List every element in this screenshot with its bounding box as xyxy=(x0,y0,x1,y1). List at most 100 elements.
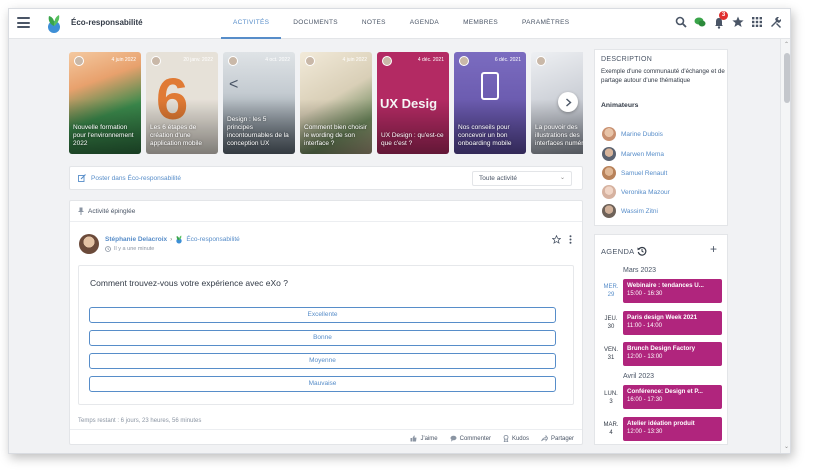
animator-item[interactable]: Samuel Renault xyxy=(602,166,667,180)
pin-icon xyxy=(78,207,84,215)
news-card[interactable]: 6 20 janv. 2022 Les 6 étapes de création… xyxy=(146,52,218,154)
star-outline-icon[interactable] xyxy=(552,235,561,244)
activity-time-text: Il y a une minute xyxy=(114,246,155,252)
animator-item[interactable]: Wassim Zitni xyxy=(602,204,658,218)
space-logo-small xyxy=(176,235,182,244)
post-in-space-link[interactable]: Poster dans Éco-responsabilité xyxy=(78,174,181,182)
thumbs-up-icon xyxy=(410,435,417,442)
event-title: Paris design Week 2021 xyxy=(627,314,698,321)
agenda-event[interactable]: Brunch Design Factory 12:00 - 13:00 xyxy=(623,342,722,366)
notification-badge: 3 xyxy=(719,11,728,20)
pinned-label: Activité épinglée xyxy=(88,207,136,215)
animator-item[interactable]: Veronika Mazour xyxy=(602,185,670,199)
event-time: 15:00 - 16:30 xyxy=(627,291,663,297)
tab-documents[interactable]: DOCUMENTS xyxy=(281,9,350,39)
chat-icon[interactable] xyxy=(694,16,706,28)
activity-actions: J'aime Commenter Kudos Partager xyxy=(410,435,574,442)
more-menu-icon[interactable] xyxy=(569,235,572,244)
activity-space-link[interactable]: Éco-responsabilité xyxy=(186,236,239,243)
space-name[interactable]: Éco-responsabilité xyxy=(71,18,143,27)
card-title: Nouvelle formation pour l'environnement … xyxy=(73,124,134,147)
scroll-down-icon[interactable]: ⌄ xyxy=(784,443,789,450)
tab-activites[interactable]: ACTIVITÉS xyxy=(221,9,282,39)
animator-item[interactable]: Marwen Mema xyxy=(602,147,664,161)
menu-icon[interactable] xyxy=(17,17,30,28)
author-avatar xyxy=(382,56,392,66)
scroll-thumb[interactable] xyxy=(784,53,790,103)
activity-icons xyxy=(552,235,572,244)
animator-item[interactable]: Marine Dubois xyxy=(602,127,663,141)
chevron-down-icon: ⌄ xyxy=(559,175,565,181)
author-avatar xyxy=(74,56,84,66)
comment-button[interactable]: Commenter xyxy=(450,435,491,442)
news-card[interactable]: UX Desig 4 déc. 2021 UX Design : qu'est-… xyxy=(377,52,449,154)
avatar[interactable] xyxy=(79,234,99,254)
news-card[interactable]: 4 juin 2022 Nouvelle formation pour l'en… xyxy=(69,52,141,154)
post-label: Poster dans Éco-responsabilité xyxy=(91,174,181,182)
page-scrollbar[interactable]: ⌃ ⌄ xyxy=(780,39,790,453)
tab-notes[interactable]: NOTES xyxy=(350,9,398,39)
filter-value: Toute activité xyxy=(479,175,517,182)
scroll-up-icon[interactable]: ⌃ xyxy=(784,41,789,48)
event-title: Webinaire : tendances U... xyxy=(627,282,704,289)
edit-icon xyxy=(78,174,86,182)
search-icon[interactable] xyxy=(675,16,687,28)
tools-icon[interactable] xyxy=(770,16,782,28)
star-icon[interactable] xyxy=(732,16,744,28)
author-avatar xyxy=(536,56,546,66)
description-title: DESCRIPTION xyxy=(601,56,653,63)
tab-agenda[interactable]: AGENDA xyxy=(398,9,451,39)
event-title: Conférence: Design et P... xyxy=(627,388,703,395)
card-title: UX Design : qu'est-ce que c'est ? xyxy=(381,132,444,147)
news-carousel: 4 juin 2022 Nouvelle formation pour l'en… xyxy=(69,52,583,156)
activity-filter-select[interactable]: Toute activité ⌄ xyxy=(472,171,572,186)
author-name[interactable]: Stéphanie Delacroix xyxy=(105,236,167,243)
poll-option-moyenne[interactable]: Moyenne xyxy=(89,353,556,369)
event-date: VEN. 31 xyxy=(603,347,618,361)
comment-icon xyxy=(450,435,457,442)
add-event-button[interactable]: + xyxy=(710,242,717,256)
event-date: MER. 29 xyxy=(603,284,619,298)
agenda-month: Mars 2023 xyxy=(623,267,657,274)
author-line: Stéphanie Delacroix › Éco-responsabilité xyxy=(105,235,240,244)
news-card[interactable]: 6 déc. 2021 Nos conseils pour concevoir … xyxy=(454,52,526,154)
agenda-event[interactable]: Conférence: Design et P... 16:00 - 17:30 xyxy=(623,385,722,409)
author-avatar xyxy=(228,56,238,66)
tab-membres[interactable]: MEMBRES xyxy=(451,9,510,39)
carousel-next-button[interactable] xyxy=(558,92,578,112)
card-title: La pouvoir des illustrations des interfa… xyxy=(535,124,583,147)
agenda-title: AGENDA xyxy=(601,246,635,256)
event-time: 12:00 - 13:00 xyxy=(627,354,663,360)
poll-option-bonne[interactable]: Bonne xyxy=(89,330,556,346)
poll-remaining-time: Temps restant : 6 jours, 23 heures, 56 m… xyxy=(78,418,202,424)
tab-parametres[interactable]: PARAMÈTRES xyxy=(510,9,581,39)
card-title: Comment bien choisir le wording de son i… xyxy=(304,124,367,147)
card-title: Design : les 5 principes incontournables… xyxy=(227,116,289,147)
agenda-event[interactable]: Paris design Week 2021 11:00 - 14:00 xyxy=(623,311,722,335)
apps-grid-icon[interactable] xyxy=(751,16,763,28)
poll-option-mauvaise[interactable]: Mauvaise xyxy=(89,376,556,392)
poll-question: Comment trouvez-vous votre expérience av… xyxy=(90,278,288,288)
poll: Comment trouvez-vous votre expérience av… xyxy=(78,265,574,405)
avatar xyxy=(602,127,616,141)
agenda-event[interactable]: Atelier idéation produit 12:00 - 13:30 xyxy=(623,417,722,441)
news-card[interactable]: 4 juin 2022 Comment bien choisir le word… xyxy=(300,52,372,154)
agenda-event[interactable]: Webinaire : tendances U... 15:00 - 16:30 xyxy=(623,279,722,303)
history-icon[interactable] xyxy=(637,246,647,256)
poll-option-excellente[interactable]: Excellente xyxy=(89,307,556,323)
kudos-icon xyxy=(503,435,509,442)
like-button[interactable]: J'aime xyxy=(410,435,438,442)
agenda-panel: AGENDA + Mars 2023 MER. 29 Webinaire : te… xyxy=(594,234,728,445)
agenda-month: Avril 2023 xyxy=(623,373,655,380)
kudos-button[interactable]: Kudos xyxy=(503,435,529,442)
description-text: Exemple d'une communauté d'échange et de… xyxy=(601,68,725,84)
animators-title: Animateurs xyxy=(601,102,639,109)
news-card[interactable]: < 4 oct. 2022 Design : les 5 principes i… xyxy=(223,52,295,154)
activity-time: Il y a une minute xyxy=(105,246,154,252)
card-title: Les 6 étapes de création d'une applicati… xyxy=(150,124,203,147)
avatar xyxy=(602,204,616,218)
share-button[interactable]: Partager xyxy=(541,435,574,442)
bell-icon[interactable]: 3 xyxy=(713,11,728,29)
activity-card: Activité épinglée Stéphanie Delacroix › … xyxy=(69,200,583,445)
clock-icon xyxy=(105,246,111,252)
